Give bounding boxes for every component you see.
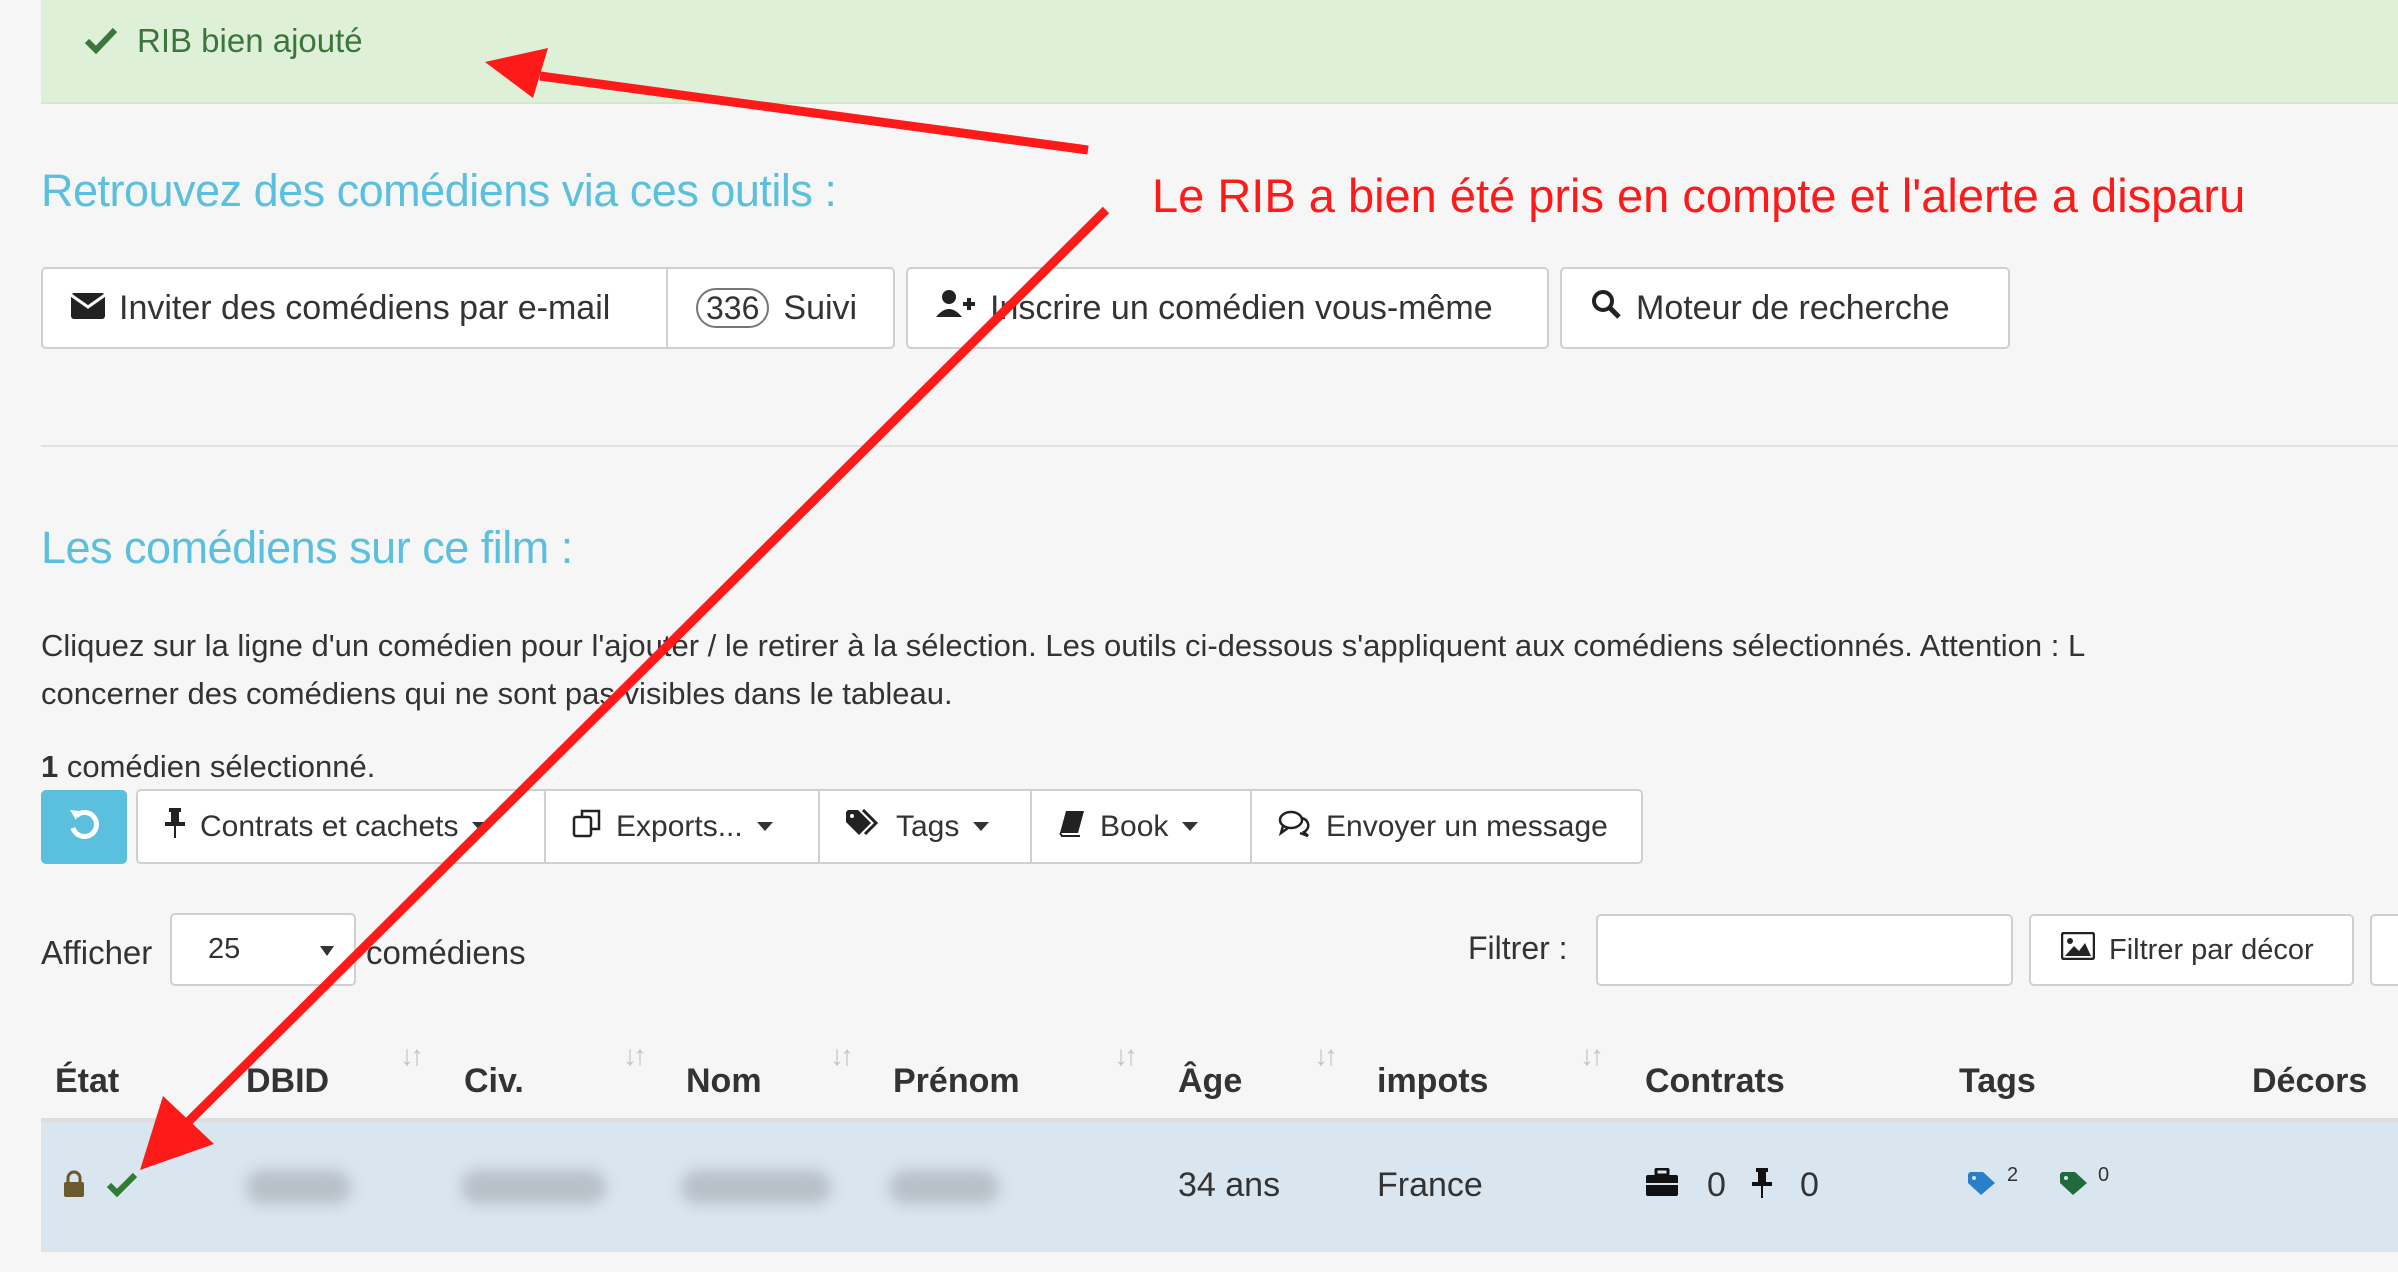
annotation-arrows	[140, 48, 1110, 1170]
arrow-line-to-alert	[539, 71, 1089, 155]
arrow-line-to-row	[178, 206, 1110, 1132]
arrow-head-to-alert	[485, 48, 548, 98]
